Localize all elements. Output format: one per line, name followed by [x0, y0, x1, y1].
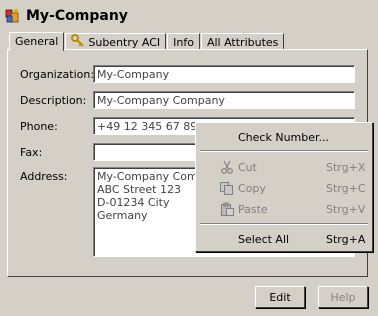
menu-item-shortcut: Strg+C	[326, 181, 366, 195]
tab-all-attributes[interactable]: All Attributes	[200, 33, 285, 50]
menu-item-label: Copy	[238, 181, 266, 195]
organization-label: Organization:	[20, 68, 95, 81]
menu-item-label: Select All	[238, 232, 290, 246]
fax-label: Fax:	[20, 146, 43, 159]
copy-icon	[219, 180, 235, 196]
menu-separator	[200, 150, 368, 152]
phone-label: Phone:	[20, 120, 58, 133]
tab-label: All Attributes	[206, 35, 279, 49]
menu-item-cut[interactable]: Cut Strg+X	[198, 157, 370, 177]
tab-info[interactable]: Info	[167, 33, 200, 50]
edit-button-label: Edit	[269, 290, 291, 304]
menu-separator	[200, 223, 368, 225]
tab-label: Info	[173, 35, 194, 49]
menu-item-copy[interactable]: Copy Strg+C	[198, 178, 370, 198]
paste-icon	[219, 201, 235, 217]
tab-general[interactable]: General	[9, 32, 65, 51]
menu-item-label: Paste	[238, 202, 268, 216]
help-button[interactable]: Help	[318, 286, 368, 308]
menu-item-check-number[interactable]: Check Number...	[198, 127, 370, 147]
key-icon	[71, 33, 85, 51]
menu-item-label: Cut	[238, 160, 257, 174]
context-menu: Check Number... Cut Strg+X Copy Strg+C P…	[195, 122, 373, 252]
edit-button[interactable]: Edit	[255, 286, 305, 308]
menu-item-shortcut: Strg+V	[326, 202, 366, 216]
menu-item-select-all[interactable]: Select All Strg+A	[198, 229, 370, 249]
scissors-icon	[219, 159, 235, 175]
menu-item-shortcut: Strg+X	[326, 160, 366, 174]
menu-item-paste[interactable]: Paste Strg+V	[198, 199, 370, 219]
address-label: Address:	[20, 170, 68, 183]
tab-label: General	[15, 35, 59, 48]
tab-label: Subentry ACI	[88, 35, 161, 49]
tab-strip: General Subentry ACI Info All Attributes	[9, 31, 285, 51]
organization-field[interactable]: My-Company	[93, 65, 355, 83]
menu-item-label: Check Number...	[238, 130, 330, 144]
window-title-bar: My-Company	[4, 4, 128, 28]
help-button-label: Help	[330, 290, 356, 304]
description-field[interactable]: My-Company Company	[93, 91, 355, 109]
tab-subentry-aci[interactable]: Subentry ACI	[65, 33, 167, 51]
organization-icon	[4, 7, 22, 25]
window-title: My-Company	[26, 8, 128, 24]
description-label: Description:	[20, 94, 87, 107]
menu-item-shortcut: Strg+A	[326, 232, 366, 246]
